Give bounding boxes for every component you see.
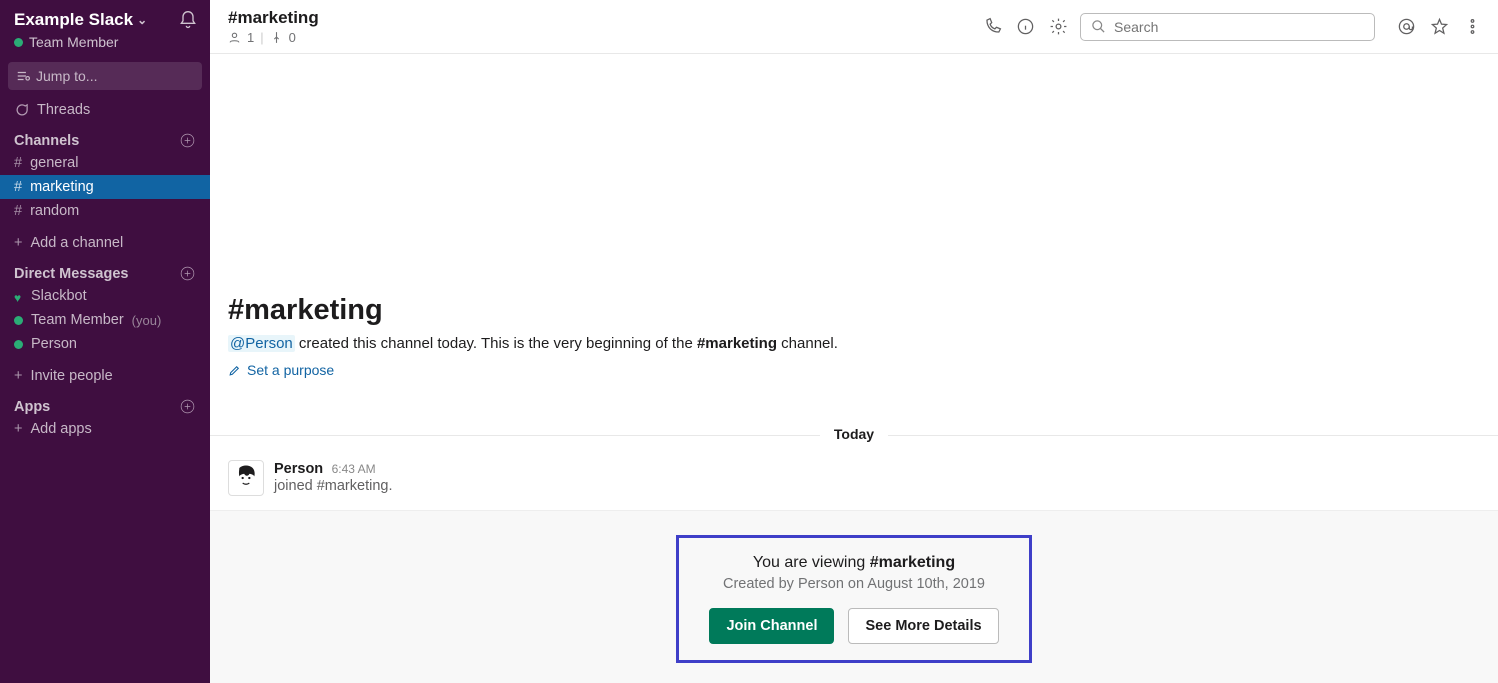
threads-icon <box>14 103 29 118</box>
hash-icon: # <box>14 179 22 195</box>
viewing-prefix: You are viewing <box>753 554 870 571</box>
jump-icon <box>16 69 30 83</box>
message-row: Person 6:43 AM joined #marketing. <box>210 456 1498 500</box>
sidebar-channel-marketing[interactable]: # marketing <box>0 175 210 199</box>
date-label: Today <box>820 426 888 442</box>
viewing-line: You are viewing #marketing <box>709 554 998 572</box>
plus-icon: + <box>14 235 22 251</box>
channel-label: marketing <box>30 179 94 195</box>
pin-icon[interactable] <box>270 31 283 44</box>
pencil-icon <box>228 364 241 377</box>
add-dm-icon[interactable] <box>179 265 196 282</box>
channel-title[interactable]: #marketing <box>228 8 319 28</box>
phone-icon[interactable] <box>983 17 1002 36</box>
info-icon[interactable] <box>1016 17 1035 36</box>
message-author[interactable]: Person <box>274 461 323 477</box>
jump-label: Jump to... <box>36 68 97 84</box>
plus-icon: + <box>14 421 22 437</box>
workspace-name: Example Slack <box>14 10 133 30</box>
heart-icon: ♥ <box>14 292 23 301</box>
intro-text-end: channel. <box>777 335 838 352</box>
plus-icon: + <box>14 368 22 384</box>
dm-self[interactable]: Team Member (you) <box>0 308 210 332</box>
add-channel-label: Add a channel <box>30 235 123 251</box>
dm-label: Person <box>31 336 77 352</box>
sidebar: Example Slack ⌄ Team Member Jump to... T… <box>0 0 210 683</box>
set-purpose-link[interactable]: Set a purpose <box>228 362 1480 378</box>
workspace-switcher[interactable]: Example Slack ⌄ <box>14 10 147 30</box>
more-icon[interactable] <box>1463 17 1482 36</box>
search-input[interactable] <box>1114 19 1364 35</box>
sidebar-channel-general[interactable]: # general <box>0 151 210 175</box>
current-user[interactable]: Team Member <box>0 34 210 58</box>
presence-indicator <box>14 316 23 325</box>
invite-people-link[interactable]: + Invite people <box>0 364 210 388</box>
dm-label: Team Member <box>31 312 124 328</box>
pin-count: 0 <box>289 30 296 45</box>
intro-channel: #marketing <box>697 335 777 352</box>
you-label: (you) <box>132 313 162 328</box>
creator-mention[interactable]: @Person <box>228 335 295 352</box>
join-channel-box: You are viewing #marketing Created by Pe… <box>676 535 1031 663</box>
add-apps-link[interactable]: + Add apps <box>0 417 210 441</box>
dms-header[interactable]: Direct Messages <box>14 266 128 282</box>
hash-icon: # <box>14 155 22 171</box>
dm-slackbot[interactable]: ♥ Slackbot <box>0 284 210 308</box>
invite-label: Invite people <box>30 368 112 384</box>
viewing-channel: #marketing <box>870 554 955 571</box>
purpose-label: Set a purpose <box>247 362 334 378</box>
threads-label: Threads <box>37 102 90 118</box>
search-icon <box>1091 19 1106 34</box>
bell-icon[interactable] <box>178 10 198 30</box>
mentions-icon[interactable] <box>1397 17 1416 36</box>
presence-indicator <box>14 340 23 349</box>
members-icon[interactable] <box>228 31 241 44</box>
presence-indicator <box>14 38 23 47</box>
message-time: 6:43 AM <box>332 462 376 476</box>
dm-label: Slackbot <box>31 288 87 304</box>
channels-header[interactable]: Channels <box>14 133 79 149</box>
see-details-button[interactable]: See More Details <box>848 608 998 644</box>
channel-label: random <box>30 203 79 219</box>
avatar[interactable] <box>228 460 264 496</box>
add-channel-link[interactable]: + Add a channel <box>0 231 210 255</box>
search-box[interactable] <box>1080 13 1375 41</box>
sidebar-channel-random[interactable]: # random <box>0 199 210 223</box>
member-count: 1 <box>247 30 254 45</box>
created-line: Created by Person on August 10th, 2019 <box>709 576 998 592</box>
apps-header[interactable]: Apps <box>14 399 50 415</box>
message-text: joined #marketing. <box>274 478 393 494</box>
star-icon[interactable] <box>1430 17 1449 36</box>
jump-to[interactable]: Jump to... <box>8 62 202 90</box>
add-channel-icon[interactable] <box>179 132 196 149</box>
intro-description: @Person created this channel today. This… <box>228 335 1480 352</box>
dm-person[interactable]: Person <box>0 332 210 356</box>
join-channel-button[interactable]: Join Channel <box>709 608 834 644</box>
sidebar-threads[interactable]: Threads <box>0 98 210 122</box>
channel-header: #marketing 1 | 0 <box>210 0 1498 54</box>
meta-divider: | <box>260 30 263 45</box>
current-user-name: Team Member <box>29 34 118 50</box>
date-divider: Today <box>210 426 1498 444</box>
chevron-down-icon: ⌄ <box>137 13 147 27</box>
intro-title: #marketing <box>228 294 1480 327</box>
main-panel: #marketing 1 | 0 #marketing <box>210 0 1498 683</box>
channel-footer: You are viewing #marketing Created by Pe… <box>210 510 1498 683</box>
intro-text: created this channel today. This is the … <box>295 335 697 352</box>
hash-icon: # <box>14 203 22 219</box>
channel-intro: #marketing @Person created this channel … <box>210 54 1498 396</box>
channel-label: general <box>30 155 78 171</box>
gear-icon[interactable] <box>1049 17 1068 36</box>
add-apps-label: Add apps <box>30 421 91 437</box>
add-app-icon[interactable] <box>179 398 196 415</box>
